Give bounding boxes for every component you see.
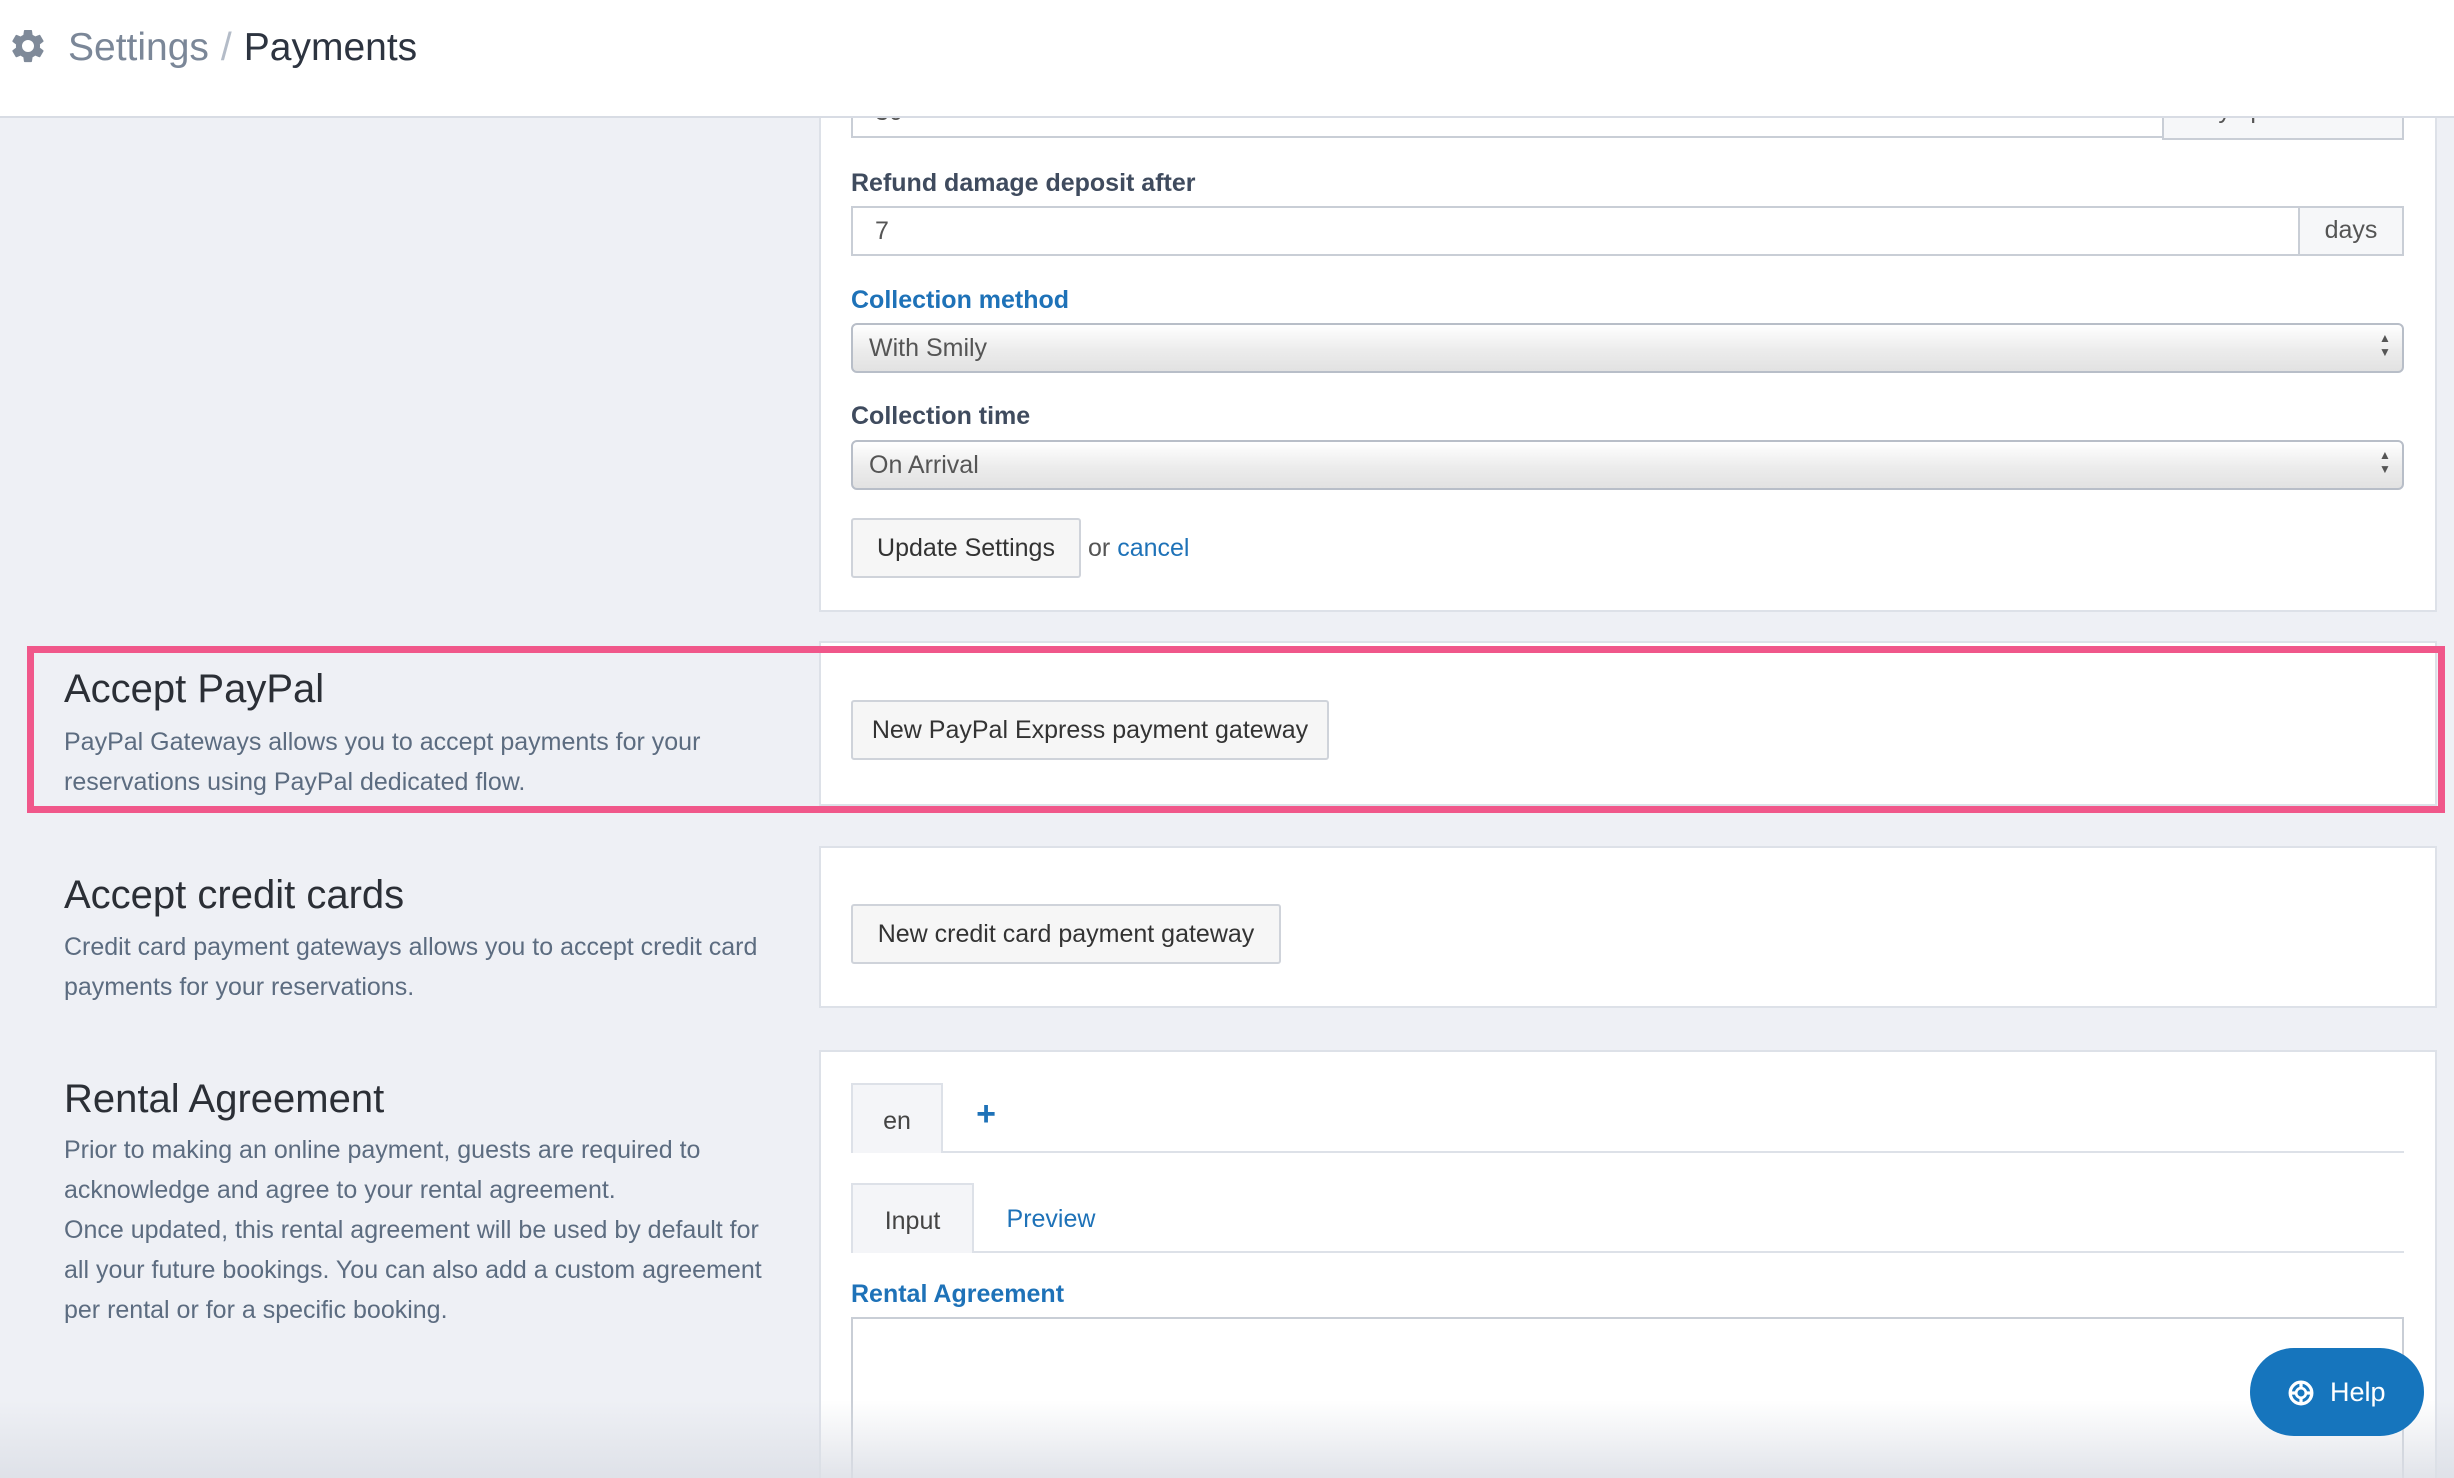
refund-days-addon: days <box>2298 206 2404 256</box>
app-root: Settings/Payments days prior arrival Ref… <box>0 0 2454 1478</box>
help-button[interactable]: Help <box>2250 1348 2424 1436</box>
lifebuoy-icon <box>2288 1380 2314 1406</box>
paypal-section-description: PayPal Gateways allows you to accept pay… <box>64 728 701 796</box>
breadcrumb-settings-link[interactable]: Settings <box>68 26 209 69</box>
add-language-button[interactable]: + <box>966 1097 1006 1131</box>
collection-method-value: With Smily <box>869 334 988 362</box>
breadcrumb: Settings / Payments <box>68 24 417 72</box>
top-header: Settings / Payments <box>0 0 2454 118</box>
tab-preview[interactable]: Preview <box>995 1203 1107 1235</box>
refund-deposit-days-input[interactable] <box>851 206 2300 256</box>
rental-agreement-section-title: Rental Agreement <box>64 1077 385 1121</box>
tab-input[interactable]: Input <box>851 1183 974 1253</box>
breadcrumb-separator: / <box>220 26 232 69</box>
rental-agreement-textarea[interactable] <box>851 1317 2404 1478</box>
update-settings-button[interactable]: Update Settings <box>851 518 1081 578</box>
refund-deposit-label: Refund damage deposit after <box>851 169 1196 197</box>
rental-agreement-field-label: Rental Agreement <box>851 1280 1065 1308</box>
or-cancel-text: or cancel <box>1088 532 1189 564</box>
page-title: Payments <box>243 26 418 69</box>
collection-method-select[interactable]: With Smily ▲ ▼ <box>851 323 2404 373</box>
collection-method-label: Collection method <box>851 286 1070 314</box>
or-text: or <box>1088 534 1111 562</box>
select-arrows-icon: ▲ ▼ <box>2379 448 2391 476</box>
paypal-section-title: Accept PayPal <box>64 667 325 711</box>
new-credit-card-gateway-button[interactable]: New credit card payment gateway <box>851 904 1281 964</box>
cancel-link[interactable]: cancel <box>1117 534 1189 562</box>
collection-time-label: Collection time <box>851 402 1031 430</box>
gear-icon <box>12 29 44 63</box>
rental-agreement-description-1: Prior to making an online payment, guest… <box>64 1136 701 1204</box>
collection-time-select[interactable]: On Arrival ▲ ▼ <box>851 440 2404 490</box>
help-label: Help <box>2330 1377 2386 1407</box>
rental-agreement-description-2: Once updated, this rental agreement will… <box>64 1216 762 1324</box>
language-tab-en[interactable]: en <box>851 1083 943 1153</box>
credit-cards-section-title: Accept credit cards <box>64 873 405 917</box>
editor-tabs-divider <box>974 1251 2404 1253</box>
credit-cards-section-description: Credit card payment gateways allows you … <box>64 933 758 1001</box>
collection-time-value: On Arrival <box>869 451 979 479</box>
new-paypal-gateway-button[interactable]: New PayPal Express payment gateway <box>851 700 1329 760</box>
select-arrows-icon: ▲ ▼ <box>2379 331 2391 359</box>
language-tabs-divider <box>943 1151 2404 1153</box>
